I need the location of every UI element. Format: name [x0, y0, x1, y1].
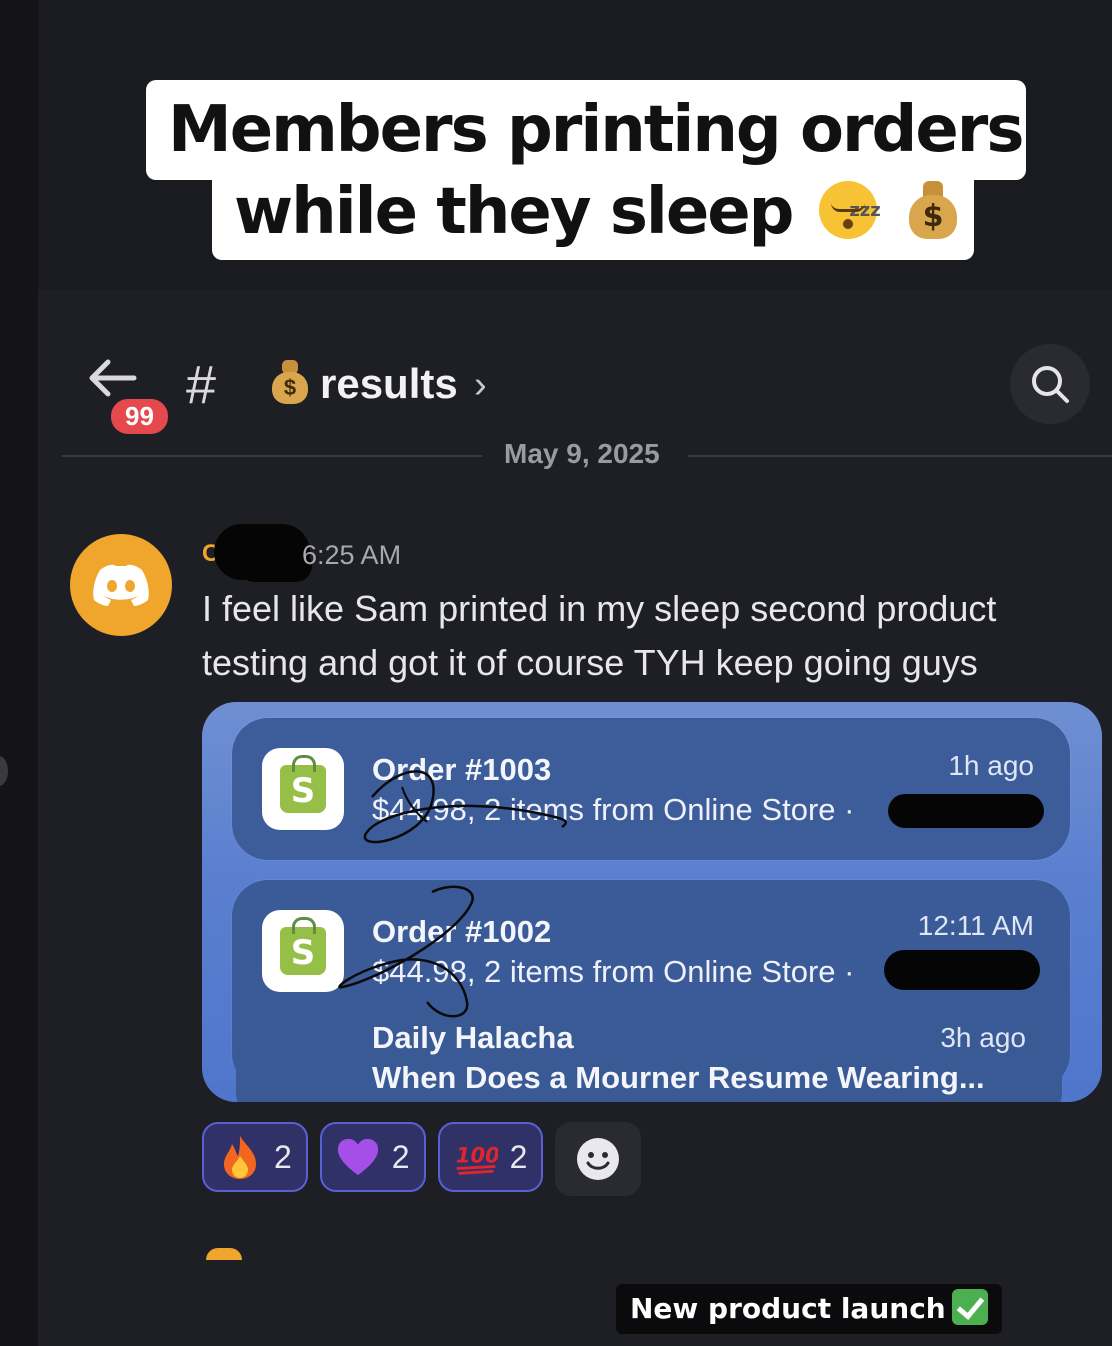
notification-time: 1h ago	[948, 750, 1034, 781]
avatar	[206, 1248, 242, 1260]
chevron-right-icon[interactable]: ›	[474, 364, 487, 407]
redaction-mark	[238, 550, 312, 582]
reaction-hundred[interactable]: 100 2	[437, 1122, 544, 1192]
sleeping-face-icon: zzz	[818, 181, 881, 239]
notification-card: S Order #1003 $44.98, 2 items from Onlin…	[232, 718, 1070, 860]
caption-text-1: Members printing orders	[168, 93, 1024, 167]
reactions-bar: 2 2 100 2	[202, 1122, 642, 1196]
redaction-mark	[888, 794, 1044, 828]
message-timestamp: 6:25 AM	[302, 540, 402, 570]
unread-badge: 99	[108, 396, 171, 437]
app-window: Members printing orders while they sleep…	[38, 0, 1112, 1346]
reaction-fire[interactable]: 2	[202, 1122, 308, 1192]
bottom-caption-text: New product launch	[630, 1292, 946, 1325]
hash-icon: #	[186, 355, 217, 415]
fire-icon	[218, 1135, 262, 1179]
shopify-app-icon: S	[262, 748, 344, 830]
shopify-app-icon: S	[262, 910, 344, 992]
caption-line-1: Members printing orders	[146, 80, 1026, 180]
date-divider-label: May 9, 2025	[504, 438, 660, 469]
attached-image[interactable]: S Order #1003 $44.98, 2 items from Onlin…	[202, 702, 1102, 1102]
money-bag-icon: $	[909, 179, 958, 239]
notification-time: 3h ago	[940, 1022, 1026, 1053]
stacked-notification: Daily Halacha When Does a Mourner Resume…	[236, 1006, 1062, 1102]
notification-card: S Order #1002 $44.98, 2 items from Onlin…	[232, 880, 1070, 1102]
avatar[interactable]	[70, 534, 172, 636]
channel-name[interactable]: results	[320, 360, 458, 408]
notification-title: Daily Halacha	[372, 1020, 574, 1055]
reaction-purple-heart[interactable]: 2	[319, 1122, 426, 1192]
discord-logo-icon	[93, 564, 149, 606]
money-bag-icon: $	[272, 360, 308, 404]
add-reaction-button[interactable]	[555, 1122, 642, 1196]
reaction-count: 2	[509, 1138, 528, 1175]
left-edge-strip	[0, 0, 38, 1346]
notification-body: When Does a Mourner Resume Wearing...	[372, 1060, 985, 1095]
notification-time: 12:11 AM	[917, 910, 1034, 941]
divider-left	[62, 455, 482, 457]
reaction-count: 2	[274, 1138, 292, 1175]
smiley-icon	[577, 1138, 620, 1180]
channel-header: 99 # $ results ›	[38, 340, 1112, 437]
notification-body: $44.98, 2 items from Online Store ·	[372, 954, 855, 989]
divider-right	[688, 455, 1112, 457]
reaction-count: 2	[391, 1138, 410, 1175]
message-text: I feel like Sam printed in my sleep seco…	[202, 588, 997, 683]
search-button[interactable]	[1010, 344, 1090, 424]
search-icon	[1032, 366, 1069, 403]
notification-body: $44.98, 2 items from Online Store ·	[372, 792, 855, 827]
bottom-caption: New product launch	[616, 1284, 1002, 1334]
hundred-points-icon: 100	[454, 1135, 498, 1179]
redaction-mark	[884, 950, 1040, 990]
purple-heart-icon	[336, 1135, 380, 1179]
notification-title: Order #1002	[372, 914, 552, 949]
caption-line-2: while they sleep zzz $	[212, 168, 974, 260]
check-mark-icon	[951, 1289, 988, 1325]
caption-text-2: while they sleep	[234, 175, 794, 249]
edge-handle	[0, 756, 8, 786]
svg-text:100: 100	[456, 1143, 498, 1168]
notification-title: Order #1003	[372, 752, 552, 787]
